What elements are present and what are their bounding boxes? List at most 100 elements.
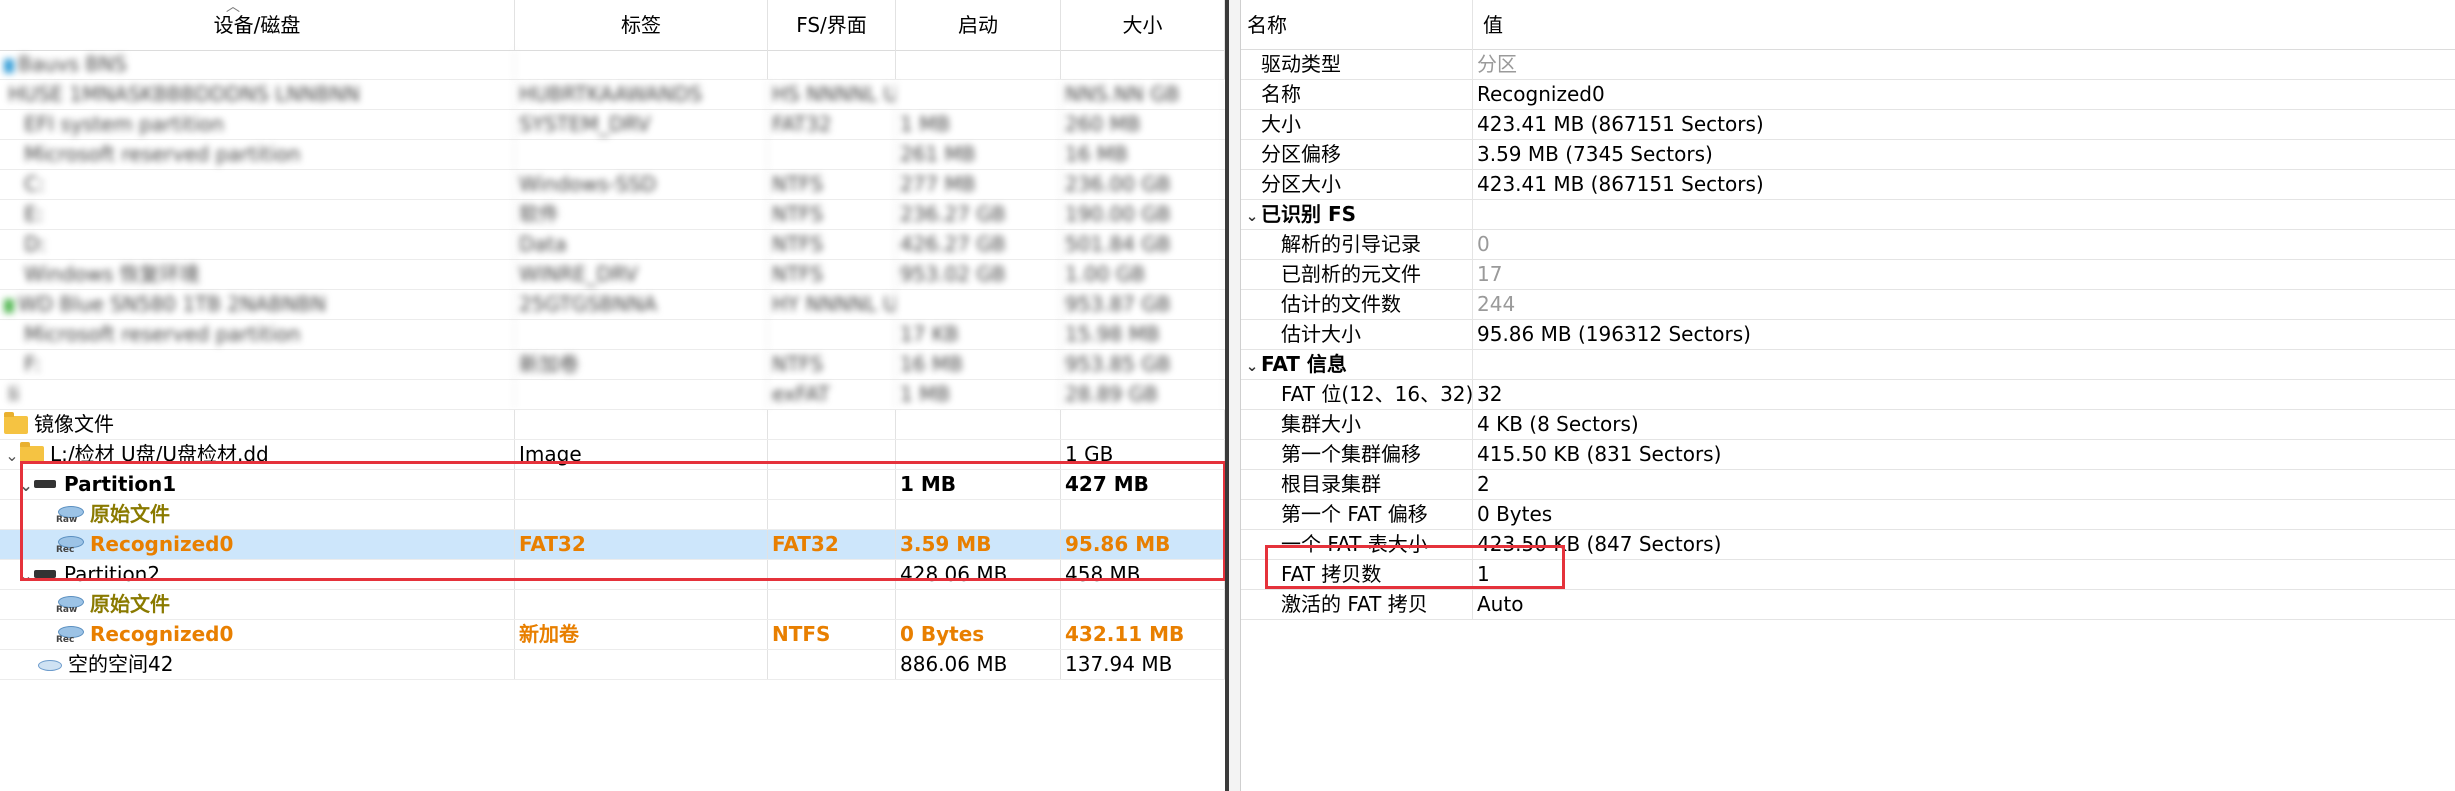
device-label: Windows-SSD: [515, 170, 768, 199]
table-row[interactable]: D: Data NTFS 426.27 GB 501.84 GB: [0, 230, 1225, 260]
property-row[interactable]: 分区偏移 3.59 MB (7345 Sectors): [1241, 140, 2455, 170]
device-name: Ii: [0, 380, 515, 409]
property-value: 1: [1477, 562, 1490, 586]
device-label: 新加卷: [515, 350, 768, 379]
device-name: Windows 恢复环境: [0, 260, 515, 289]
table-row[interactable]: Ii exFAT 1 MB 28.89 GB: [0, 380, 1225, 410]
tree-item-recognized0[interactable]: Rec Recognized0 新加卷 NTFS 0 Bytes 432.11 M…: [0, 620, 1225, 650]
device-name: Microsoft reserved partition: [0, 140, 515, 169]
device-size: 16 MB: [1061, 140, 1225, 169]
device-name: D:: [0, 230, 515, 259]
property-value: 0 Bytes: [1477, 502, 1553, 526]
property-row[interactable]: 估计大小 95.86 MB (196312 Sectors): [1241, 320, 2455, 350]
device-size: 953.85 GB: [1061, 350, 1225, 379]
folder-icon: [20, 442, 44, 464]
table-row[interactable]: WD Blue SN580 1TB 2NABNBN 25GTGSBNNA HY …: [0, 290, 1225, 320]
device-size: 190.00 GB: [1061, 200, 1225, 229]
property-row[interactable]: 第一个 FAT 偏移 0 Bytes: [1241, 500, 2455, 530]
table-row[interactable]: Windows 恢复环境 WINRE_DRV NTFS 953.02 GB 1.…: [0, 260, 1225, 290]
table-row[interactable]: Microsoft reserved partition 261 MB 16 M…: [0, 140, 1225, 170]
property-row[interactable]: 分区大小 423.41 MB (867151 Sectors): [1241, 170, 2455, 200]
property-name: 一个 FAT 表大小: [1241, 530, 1473, 559]
table-row[interactable]: E: 软件 NTFS 236.27 GB 190.00 GB: [0, 200, 1225, 230]
image-files-label: 镜像文件: [0, 410, 515, 439]
table-row[interactable]: F: 新加卷 NTFS 16 MB 953.85 GB: [0, 350, 1225, 380]
tree-item-free-space[interactable]: 空的空间42 886.06 MB 137.94 MB: [0, 650, 1225, 680]
column-header-label-text: 标签: [621, 13, 661, 37]
device-label: [515, 320, 768, 349]
recognized0-name: Rec Recognized0: [0, 530, 515, 559]
property-name: FAT 位(12、16、32): [1241, 380, 1473, 409]
property-value: 17: [1477, 262, 1503, 286]
recognized0-start: 3.59 MB: [896, 530, 1061, 559]
column-header-label[interactable]: 标签: [515, 0, 768, 50]
recognized0-size: 432.11 MB: [1061, 620, 1225, 649]
chevron-down-icon[interactable]: ⌄: [1243, 352, 1261, 379]
tree-item-raw-files[interactable]: Raw 原始文件: [0, 590, 1225, 620]
property-row[interactable]: 集群大小 4 KB (8 Sectors): [1241, 410, 2455, 440]
property-name: 集群大小: [1241, 410, 1473, 439]
property-row[interactable]: 名称 Recognized0: [1241, 80, 2455, 110]
column-header-device[interactable]: 设备/磁盘: [0, 0, 515, 50]
device-label: 软件: [515, 200, 768, 229]
table-row[interactable]: EFI system partition SYSTEM_DRV FAT32 1 …: [0, 110, 1225, 140]
property-name: 估计的文件数: [1241, 290, 1473, 319]
property-row[interactable]: 激活的 FAT 拷贝 Auto: [1241, 590, 2455, 620]
device-start: [896, 290, 1061, 319]
free-space-icon: [36, 658, 62, 672]
property-row[interactable]: 大小 423.41 MB (867151 Sectors): [1241, 110, 2455, 140]
table-row[interactable]: C: Windows-SSD NTFS 277 MB 236.00 GB: [0, 170, 1225, 200]
table-row[interactable]: Bauvs BNS: [0, 50, 1225, 80]
tree-item-raw-files[interactable]: Raw 原始文件: [0, 500, 1225, 530]
property-row[interactable]: 一个 FAT 表大小 423.50 KB (847 Sectors): [1241, 530, 2455, 560]
property-row[interactable]: FAT 位(12、16、32) 32: [1241, 380, 2455, 410]
property-value: 95.86 MB (196312 Sectors): [1477, 322, 1751, 346]
property-group-fat-info[interactable]: ⌄ FAT 信息: [1241, 350, 2455, 380]
image-file-type: Image: [515, 440, 768, 469]
tree-item-recognized0-selected[interactable]: Rec Recognized0 FAT32 FAT32 3.59 MB 95.86…: [0, 530, 1225, 560]
property-row[interactable]: 驱动类型 分区: [1241, 50, 2455, 80]
property-row[interactable]: 解析的引导记录 0: [1241, 230, 2455, 260]
column-header-value[interactable]: 值: [1473, 0, 2455, 50]
device-size: 501.84 GB: [1061, 230, 1225, 259]
property-name: 第一个集群偏移: [1241, 440, 1473, 469]
property-value: 244: [1477, 292, 1516, 316]
properties-panel: 名称 值 驱动类型 分区 名称 Recognized0 大小 423.41 MB…: [1241, 0, 2455, 791]
column-header-fs[interactable]: FS/界面: [768, 0, 896, 50]
device-size: NNS.NN GB: [1061, 80, 1225, 109]
chevron-down-icon[interactable]: ⌄: [18, 561, 34, 589]
table-row[interactable]: Microsoft reserved partition 17 KB 15.98…: [0, 320, 1225, 350]
recognized0-name: Rec Recognized0: [0, 620, 515, 649]
chevron-down-icon[interactable]: ⌄: [18, 471, 34, 499]
properties-header: 名称 值: [1241, 0, 2455, 50]
tree-item-image-file[interactable]: ⌄ L:/检材 U盘/U盘检材.dd Image 1 GB: [0, 440, 1225, 470]
property-value: 0: [1477, 232, 1490, 256]
device-tree-panel: 设备/磁盘 ︿ 标签 FS/界面 启动 大小 Bauvs BNS HUSE 1M…: [0, 0, 1225, 791]
pane-splitter[interactable]: [1229, 0, 1241, 791]
property-name: 名称: [1241, 80, 1473, 109]
group-title: ⌄ 已识别 FS: [1241, 200, 1473, 229]
tree-group-image-files[interactable]: 镜像文件: [0, 410, 1225, 440]
column-header-size[interactable]: 大小: [1061, 0, 1225, 50]
chevron-down-icon[interactable]: ⌄: [1243, 202, 1261, 229]
chevron-down-icon[interactable]: ⌄: [4, 441, 20, 469]
property-value: 423.50 KB (847 Sectors): [1477, 532, 1722, 556]
column-header-device-label: 设备/磁盘: [213, 13, 301, 37]
tree-item-partition2[interactable]: ⌄ Partition2 428.06 MB 458 MB: [0, 560, 1225, 590]
device-name: Bauvs BNS: [0, 50, 515, 79]
column-header-name[interactable]: 名称: [1241, 0, 1473, 50]
tree-item-partition1[interactable]: ⌄ Partition1 1 MB 427 MB: [0, 470, 1225, 500]
property-row[interactable]: 已剖析的元文件 17: [1241, 260, 2455, 290]
property-name: 已剖析的元文件: [1241, 260, 1473, 289]
property-value: 分区: [1477, 52, 1517, 76]
table-row[interactable]: HUSE 1MNASKBBBDDDNS LNNBNN HUBRTKAAWANDS…: [0, 80, 1225, 110]
property-row-fat-copies[interactable]: FAT 拷贝数 1: [1241, 560, 2455, 590]
device-fs: NTFS: [768, 170, 896, 199]
property-row[interactable]: 第一个集群偏移 415.50 KB (831 Sectors): [1241, 440, 2455, 470]
property-name: 估计大小: [1241, 320, 1473, 349]
property-row[interactable]: 根目录集群 2: [1241, 470, 2455, 500]
device-label: 25GTGSBNNA: [515, 290, 768, 319]
column-header-start[interactable]: 启动: [896, 0, 1061, 50]
property-group-recognized-fs[interactable]: ⌄ 已识别 FS: [1241, 200, 2455, 230]
property-row[interactable]: 估计的文件数 244: [1241, 290, 2455, 320]
